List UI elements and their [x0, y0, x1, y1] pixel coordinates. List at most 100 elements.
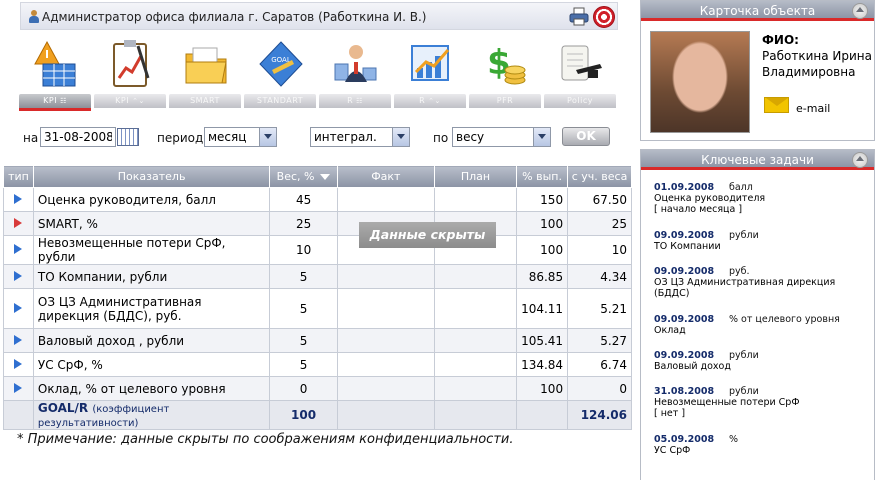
row-type-cell[interactable] [3, 376, 34, 401]
target-icon[interactable] [593, 6, 615, 28]
col-fact[interactable]: Факт [336, 165, 435, 188]
collapse-icon[interactable] [852, 152, 868, 168]
ok-button[interactable]: OK [562, 127, 610, 146]
table-row[interactable]: Оценка руководителя, балл 45 150 67.50 [3, 187, 632, 212]
toolbar-tab[interactable]: KPI ⌃⌄ [94, 94, 166, 108]
toolbar-tab-label: SMART [190, 96, 220, 105]
toolbar-tab-label: STANDART [256, 96, 304, 105]
mode-select[interactable]: интеграл. [310, 127, 410, 147]
row-type-cell[interactable] [3, 187, 34, 212]
toolbar-item-5[interactable]: R ⌃⌄ [394, 38, 466, 122]
folder-icon [183, 38, 229, 90]
toolbar-item-3[interactable]: GOAL STANDART [244, 38, 316, 122]
task-extra: [ нет ] [654, 408, 686, 419]
expand-arrow-icon[interactable] [14, 358, 23, 369]
toolbar-tab[interactable]: R ⌃⌄ [394, 94, 466, 108]
col-pct[interactable]: % вып. [516, 165, 569, 188]
toolbar-tab[interactable]: R ☷ [319, 94, 391, 108]
task-item[interactable]: 09.09.2008 руб. ОЗ ЦЗ Административная дир… [654, 266, 869, 299]
table-row[interactable]: Оклад, % от целевого уровня 0 100 0 [3, 376, 632, 401]
plan-cell [433, 187, 518, 212]
sort-by-select[interactable]: весу [452, 127, 551, 147]
toolbar-tab-extra-icon: ⌃⌄ [428, 97, 441, 105]
table-row[interactable]: Валовый доход , рубли 5 105.41 5.27 [3, 328, 632, 353]
weight-cell: 5 [269, 352, 338, 377]
card-panel-header: Карточка объекта [641, 1, 874, 21]
period-select-value: месяц [208, 130, 247, 144]
diploma-icon [558, 38, 604, 90]
row-type-cell[interactable] [3, 235, 34, 265]
period-label: период [157, 131, 204, 145]
indicator-cell: Оклад, % от целевого уровня [32, 376, 271, 401]
toolbar-tab-extra-icon: ☷ [60, 97, 67, 105]
fio-value: Работкина Ирина Владимировна [762, 49, 872, 79]
table-row[interactable]: ОЗ ЦЗ Административная дирекция (БДДС), … [3, 288, 632, 329]
task-item[interactable]: 01.09.2008 балл Оценка руководителя[ начал… [654, 182, 869, 215]
col-weighted[interactable]: с уч. веса [567, 165, 632, 188]
weight-cell: 10 [269, 235, 338, 265]
task-item[interactable]: 09.09.2008 % от целевого уровня Оклад [654, 314, 869, 336]
toolbar-item-4[interactable]: R ☷ [319, 38, 391, 122]
period-select[interactable]: месяц [204, 127, 277, 147]
col-weight[interactable]: Вес, % [269, 165, 338, 188]
task-extra: [ начало месяца ] [654, 204, 743, 215]
col-type[interactable]: тип [3, 165, 34, 188]
toolbar-tab[interactable]: SMART [169, 94, 241, 108]
toolbar-tab[interactable]: Policy [544, 94, 616, 108]
expand-arrow-icon[interactable] [14, 244, 23, 254]
toolbar-item-6[interactable]: $ PFR [469, 38, 541, 122]
table-row[interactable]: SMART, % 25 100 25 [3, 211, 632, 236]
table-row[interactable]: Невозмещенные потери СрФ, рубли 10 100 10 [3, 235, 632, 265]
row-type-cell[interactable] [3, 288, 34, 329]
table-row[interactable]: УС СрФ, % 5 134.84 6.74 [3, 352, 632, 377]
table-row[interactable]: ТО Компании, рубли 5 86.85 4.34 [3, 264, 632, 289]
chevron-down-icon [259, 128, 276, 146]
pct-cell: 86.85 [516, 264, 569, 289]
task-date: 01.09.2008 [654, 182, 715, 193]
toolbar-item-1[interactable]: KPI ⌃⌄ [94, 38, 166, 122]
row-type-cell[interactable] [3, 328, 34, 353]
print-icon[interactable] [569, 7, 589, 26]
task-text: УС СрФ [654, 445, 691, 456]
row-type-cell[interactable] [3, 352, 34, 377]
pct-cell: 150 [516, 187, 569, 212]
email-icon[interactable] [764, 97, 789, 113]
page-title: Администратор офиса филиала г. Саратов (… [42, 10, 427, 24]
weighted-cell: 6.74 [567, 352, 632, 377]
task-item[interactable]: 05.09.2008% УС СрФ [654, 434, 869, 456]
chevron-down-icon [533, 128, 550, 146]
col-plan[interactable]: План [433, 165, 518, 188]
toolbar-item-2[interactable]: SMART [169, 38, 241, 122]
toolbar-tab-label: Policy [566, 96, 593, 105]
expand-arrow-icon[interactable] [14, 302, 23, 313]
toolbar-item-7[interactable]: Policy [544, 38, 616, 122]
collapse-icon[interactable] [852, 3, 868, 19]
task-item[interactable]: 09.09.2008 рубли ТО Компании [654, 230, 869, 252]
task-date: 31.08.2008 [654, 386, 715, 397]
sort-desc-icon [320, 174, 331, 180]
expand-arrow-icon[interactable] [14, 193, 23, 204]
expand-arrow-icon[interactable] [14, 382, 23, 393]
weight-cell: 0 [269, 376, 338, 401]
col-indicator[interactable]: Показатель [32, 165, 271, 188]
weight-cell: 5 [269, 264, 338, 289]
calendar-icon[interactable] [117, 128, 139, 146]
expand-arrow-icon[interactable] [14, 217, 23, 228]
total-weighted-cell: 124.06 [567, 400, 632, 430]
email-link[interactable]: e-mail [796, 102, 830, 115]
expand-arrow-icon[interactable] [14, 270, 23, 281]
task-date: 09.09.2008 [654, 314, 715, 325]
task-item[interactable]: 31.08.2008 рубли Невозмещенные потери СрФ[… [654, 386, 869, 419]
money-icon: $ [483, 38, 529, 90]
chevron-down-icon [392, 128, 409, 146]
toolbar-tab[interactable]: PFR [469, 94, 541, 108]
date-input[interactable] [40, 127, 116, 147]
row-type-cell[interactable] [3, 211, 34, 236]
task-unit: балл [729, 182, 753, 193]
toolbar-tab[interactable]: STANDART [244, 94, 316, 108]
row-type-cell[interactable] [3, 264, 34, 289]
toolbar-tab[interactable]: KPI ☷ [19, 94, 91, 108]
task-item[interactable]: 09.09.2008 рубли Валовый доход [654, 350, 869, 372]
task-header: 05.09.2008% [654, 434, 869, 445]
expand-arrow-icon[interactable] [14, 334, 23, 345]
